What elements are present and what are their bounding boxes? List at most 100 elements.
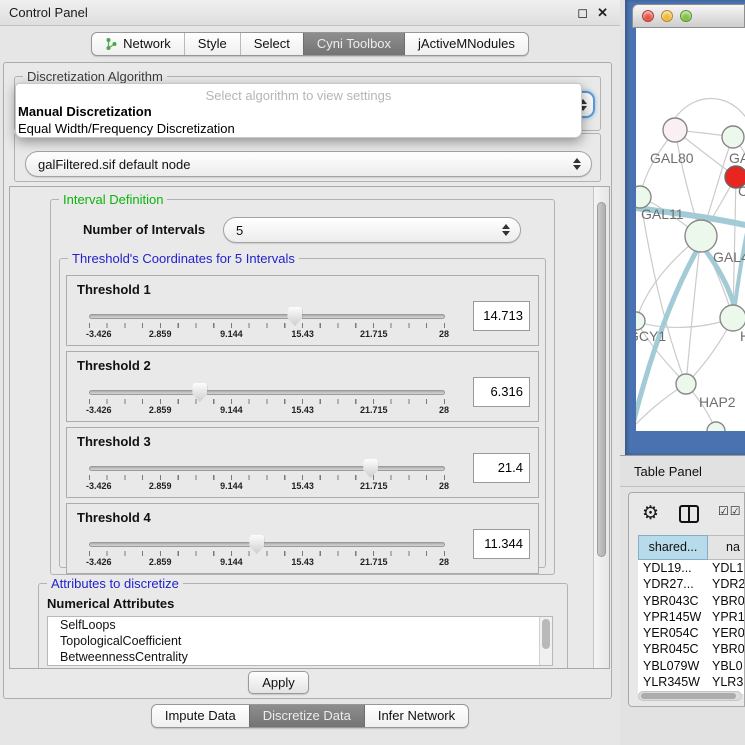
- cell-name[interactable]: YBL0: [708, 658, 745, 674]
- list-scrollbar[interactable]: [539, 617, 552, 665]
- slider-track[interactable]: [89, 314, 445, 319]
- cell-name[interactable]: YPR1: [708, 609, 745, 625]
- settings-scrollpane: Interval Definition Number of Intervals …: [9, 186, 610, 669]
- network-node-green[interactable]: [676, 374, 696, 394]
- control-panel: Control Panel ◻ ✕ NetworkStyleSelectCyni…: [0, 0, 620, 745]
- tick-label: 9.144: [220, 405, 243, 415]
- tab-cyni-toolbox[interactable]: Cyni Toolbox: [303, 33, 404, 55]
- threshold-value-field[interactable]: 6.316: [473, 377, 530, 407]
- network-window-titlebar[interactable]: [632, 4, 745, 28]
- control-panel-titlebar: Control Panel ◻ ✕: [0, 0, 620, 26]
- threshold-value-field[interactable]: 21.4: [473, 453, 530, 483]
- slider-track[interactable]: [89, 466, 445, 471]
- close-panel-icon[interactable]: ✕: [597, 6, 608, 19]
- cell-name[interactable]: YDL1: [708, 560, 745, 576]
- cell-name[interactable]: YBR0: [708, 641, 745, 657]
- slider-tick-labels: -3.4262.8599.14415.4321.71528: [89, 405, 445, 416]
- threshold-value-field[interactable]: 14.713: [473, 301, 530, 331]
- number-of-intervals-combobox[interactable]: 5: [223, 217, 521, 243]
- attribute-item[interactable]: TopologicalCoefficient: [48, 633, 552, 649]
- table-row[interactable]: YBR043CYBR0: [638, 593, 745, 609]
- network-node-green[interactable]: [722, 126, 744, 148]
- cell-shared-name[interactable]: YBL079W: [638, 658, 708, 674]
- tick-label: 2.859: [149, 329, 172, 339]
- cell-name[interactable]: YLR3: [708, 674, 745, 690]
- cell-shared-name[interactable]: YER054C: [638, 625, 708, 641]
- dropdown-option-equal-width[interactable]: Equal Width/Frequency Discretization: [18, 121, 235, 136]
- column-header-shared-name[interactable]: shared...: [638, 535, 708, 560]
- network-edge-thick: [734, 228, 745, 312]
- mac-minimize-icon[interactable]: [661, 10, 673, 22]
- threshold-slider[interactable]: -3.4262.8599.14415.4321.71528: [89, 383, 445, 419]
- column-header-name[interactable]: na: [708, 535, 745, 560]
- cell-name[interactable]: YDR2: [708, 576, 745, 592]
- table-row[interactable]: YPR145WYPR1: [638, 609, 745, 625]
- table-data-combobox[interactable]: galFiltered.sif default node: [25, 151, 592, 177]
- tick-label: 28: [439, 329, 449, 339]
- tab-network[interactable]: Network: [92, 33, 184, 55]
- table-row[interactable]: YBR045CYBR0: [638, 641, 745, 657]
- combo-arrows-icon: [502, 224, 510, 236]
- network-node-label: H: [740, 328, 745, 344]
- network-node-pink[interactable]: [663, 118, 687, 142]
- tick-label: 21.715: [360, 405, 388, 415]
- threshold-slider[interactable]: -3.4262.8599.14415.4321.71528: [89, 535, 445, 571]
- cell-shared-name[interactable]: YBR043C: [638, 593, 708, 609]
- numerical-attributes-list[interactable]: SelfLoopsTopologicalCoefficientBetweenne…: [47, 616, 553, 666]
- threshold-label: Threshold 3: [77, 434, 151, 449]
- mac-zoom-icon[interactable]: [680, 10, 692, 22]
- table-row[interactable]: YBL079WYBL0: [638, 658, 745, 674]
- table-row[interactable]: YDR27...YDR2: [638, 576, 745, 592]
- cell-name[interactable]: YBR0: [708, 593, 745, 609]
- slider-ticks: [89, 323, 445, 328]
- apply-button[interactable]: Apply: [248, 671, 309, 694]
- tab-infer-network[interactable]: Infer Network: [364, 705, 468, 727]
- mac-close-icon[interactable]: [642, 10, 654, 22]
- threshold-label: Threshold 2: [77, 358, 151, 373]
- cell-name[interactable]: YER0: [708, 625, 745, 641]
- tick-label: 15.43: [291, 557, 314, 567]
- attribute-item[interactable]: BetweennessCentrality: [48, 649, 552, 665]
- attribute-item[interactable]: SelfLoops: [48, 617, 552, 633]
- slider-track[interactable]: [89, 542, 445, 547]
- table-row[interactable]: YLR345WYLR3: [638, 674, 745, 690]
- cell-shared-name[interactable]: YBR045C: [638, 641, 708, 657]
- network-icon: [105, 37, 118, 51]
- tab-select[interactable]: Select: [240, 33, 303, 55]
- cyni-toolbox-panel: Discretization Algorithm Select algorith…: [3, 62, 612, 699]
- threshold-slider[interactable]: -3.4262.8599.14415.4321.71528: [89, 459, 445, 495]
- table-row[interactable]: YDL19...YDL1: [638, 560, 745, 576]
- gear-icon[interactable]: ⚙: [642, 501, 659, 527]
- threshold-label: Threshold 4: [77, 510, 151, 525]
- cell-shared-name[interactable]: YPR145W: [638, 609, 708, 625]
- threshold-slider[interactable]: -3.4262.8599.14415.4321.71528: [89, 307, 445, 343]
- network-edge: [636, 197, 640, 321]
- cell-shared-name[interactable]: YDL19...: [638, 560, 708, 576]
- tick-label: 28: [439, 557, 449, 567]
- network-node-label: GCY1: [636, 328, 666, 344]
- dropdown-option-manual[interactable]: Manual Discretization: [18, 104, 152, 119]
- tick-label: 28: [439, 405, 449, 415]
- slider-track[interactable]: [89, 390, 445, 395]
- table-row[interactable]: YER054CYER0: [638, 625, 745, 641]
- network-node-green[interactable]: [636, 186, 651, 208]
- network-node-green[interactable]: [707, 422, 725, 431]
- slider-tick-labels: -3.4262.8599.14415.4321.71528: [89, 481, 445, 492]
- table-panel-title: Table Panel: [634, 464, 702, 479]
- float-window-icon[interactable]: ◻: [577, 6, 588, 19]
- threshold-value-field[interactable]: 11.344: [473, 529, 530, 559]
- column-layout-icon[interactable]: [679, 505, 699, 523]
- tab-impute-data[interactable]: Impute Data: [152, 705, 249, 727]
- network-node-green[interactable]: [685, 220, 717, 252]
- select-columns-icon[interactable]: ☑☑: [718, 504, 742, 518]
- cell-shared-name[interactable]: YLR345W: [638, 674, 708, 690]
- tick-label: -3.426: [86, 329, 112, 339]
- table-horizontal-scrollbar[interactable]: [638, 691, 742, 701]
- tab-jactivemnodules[interactable]: jActiveMNodules: [404, 33, 528, 55]
- threshold-2-box: Threshold 2 -3.4262.8599.14415.4321.71528…: [66, 351, 539, 422]
- network-canvas[interactable]: GAL80GACGAL11GAL4GCY1HHAP2: [636, 28, 745, 431]
- panel-scrollbar[interactable]: [593, 187, 609, 668]
- tab-style[interactable]: Style: [184, 33, 240, 55]
- cell-shared-name[interactable]: YDR27...: [638, 576, 708, 592]
- tab-discretize-data[interactable]: Discretize Data: [249, 705, 364, 727]
